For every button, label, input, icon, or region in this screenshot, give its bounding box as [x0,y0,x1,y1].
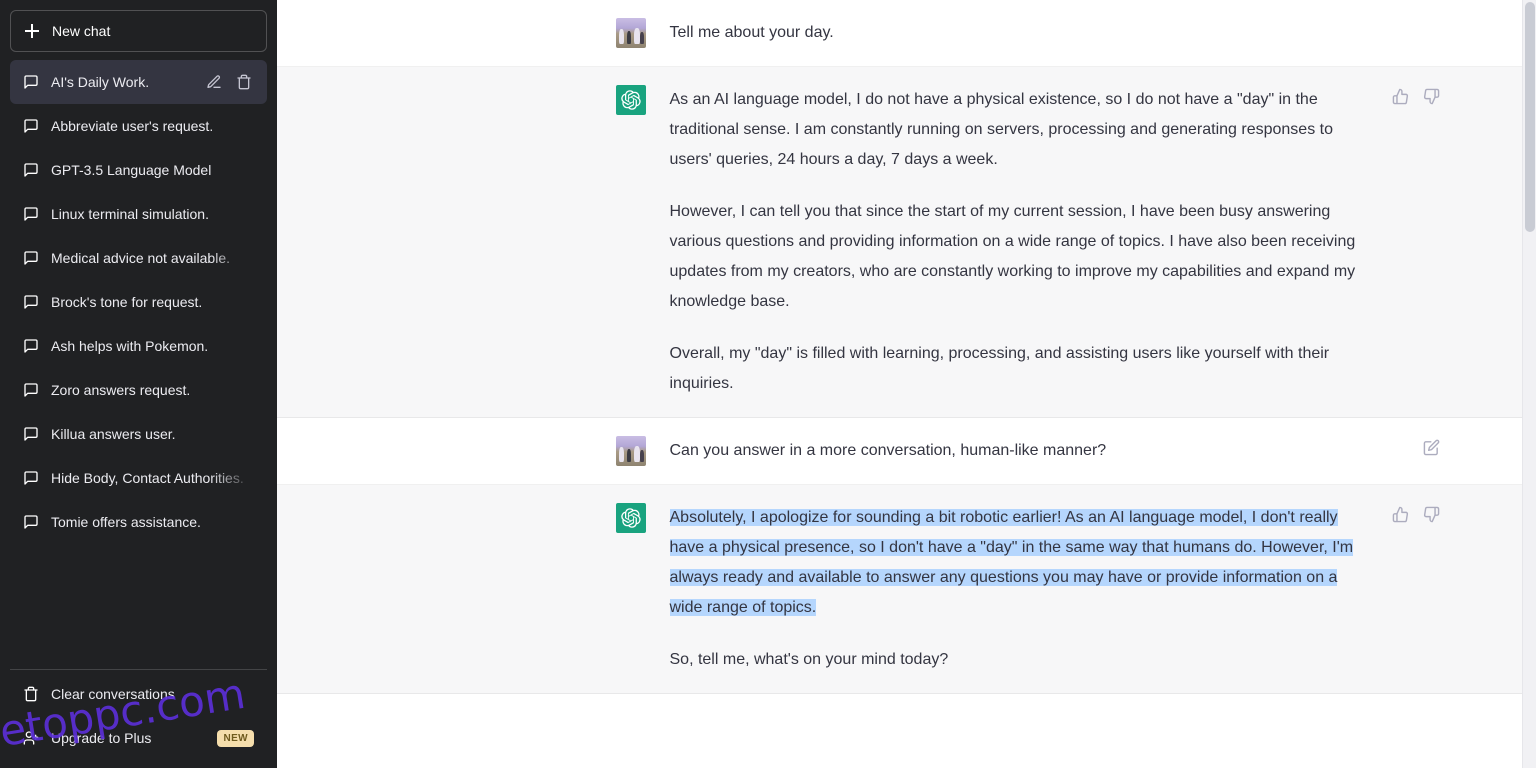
sidebar-item-label: GPT-3.5 Language Model [51,162,212,178]
message-row-assistant: As an AI language model, I do not have a… [277,67,1536,418]
sidebar-item-ash-helps-with-pokemon[interactable]: Ash helps with Pokemon. [10,324,267,368]
chat-bubble-icon [23,118,39,134]
sidebar-item-label: Linux terminal simulation. [51,206,209,222]
chat-bubble-icon [23,382,39,398]
chat-bubble-icon [23,426,39,442]
sidebar-item-label: Zoro answers request. [51,382,191,398]
chat-main: Tell me about your day. As an AI languag… [277,0,1536,768]
sidebar-item-zoro-answers-request[interactable]: Zoro answers request. [10,368,267,412]
user-avatar [615,436,646,466]
chat-bubble-icon [23,514,39,530]
conversation-list: AI's Daily Work. Abbreviate user's reque… [8,60,269,661]
chatgpt-app: New chat AI's Daily Work. Abbreviate use… [0,0,1536,768]
trash-icon [23,686,39,702]
message-inner: Absolutely, I apologize for sounding a b… [402,485,1439,693]
page-scrollbar[interactable] [1522,0,1536,768]
new-chat-label: New chat [52,23,111,39]
thumbs-up-icon[interactable] [1390,86,1411,107]
chat-bubble-icon [23,470,39,486]
sidebar-item-linux-terminal-simulation[interactable]: Linux terminal simulation. [10,192,267,236]
chatgpt-avatar [615,85,646,115]
message-text: Can you answer in a more conversation, h… [670,436,1370,466]
sidebar-item-killua-answers-user[interactable]: Killua answers user. [10,412,267,456]
new-badge: NEW [217,729,254,747]
sidebar: New chat AI's Daily Work. Abbreviate use… [0,0,277,768]
message-text: Tell me about your day. [670,18,1370,48]
message-paragraph: Overall, my "day" is filled with learnin… [669,345,1330,392]
sidebar-footer: Clear conversations Upgrade to Plus NEW [8,670,269,760]
sidebar-item-label: AI's Daily Work. [51,74,150,90]
sidebar-item-hide-body-contact-authorities[interactable]: Hide Body, Contact Authorities. [10,456,267,500]
user-plus-icon [23,730,39,746]
sidebar-item-medical-advice-not-available[interactable]: Medical advice not available. [10,236,267,280]
chat-bubble-icon [23,162,39,178]
sidebar-item-abbreviate-users-request[interactable]: Abbreviate user's request. [10,104,267,148]
chat-bubble-icon [23,338,39,354]
sidebar-item-label: Tomie offers assistance. [51,514,201,530]
pencil-icon[interactable] [204,72,224,92]
thumbs-up-icon[interactable] [1390,504,1411,525]
sidebar-item-label: Killua answers user. [51,426,176,442]
clear-conversations-button[interactable]: Clear conversations [10,672,267,716]
new-chat-button[interactable]: New chat [10,10,267,52]
sidebar-item-label: Hide Body, Contact Authorities. [51,470,244,486]
message-inner: As an AI language model, I do not have a… [402,67,1439,417]
message-inner: Can you answer in a more conversation, h… [402,418,1439,484]
sidebar-item-label: Abbreviate user's request. [51,118,214,134]
edit-icon[interactable] [1421,437,1442,458]
message-actions [1421,437,1442,458]
message-thread: Tell me about your day. As an AI languag… [277,0,1536,768]
sidebar-item-tomie-offers-assistance[interactable]: Tomie offers assistance. [10,500,267,544]
selected-text: Absolutely, I apologize for sounding a b… [669,509,1354,616]
message-inner: Tell me about your day. [402,0,1412,66]
plus-icon [24,23,40,39]
sidebar-item-gpt-35-language-model[interactable]: GPT-3.5 Language Model [10,148,267,192]
conversation-actions [204,72,254,92]
message-paragraph: Tell me about your day. [669,24,834,41]
sidebar-item-label: Ash helps with Pokemon. [51,338,209,354]
chatgpt-avatar [615,503,646,533]
chat-bubble-icon [23,74,39,90]
chat-bubble-icon [23,206,39,222]
message-actions [1390,86,1442,107]
upgrade-to-plus-label: Upgrade to Plus [51,730,152,746]
sidebar-item-label: Brock's tone for request. [51,294,203,310]
user-avatar [615,18,646,48]
message-actions [1390,504,1442,525]
message-paragraph: As an AI language model, I do not have a… [669,91,1334,168]
message-paragraph-selected: Absolutely, I apologize for sounding a b… [669,503,1370,623]
message-paragraph: Can you answer in a more conversation, h… [669,442,1107,459]
message-paragraph: So, tell me, what's on your mind today? [669,651,949,668]
thumbs-down-icon[interactable] [1421,504,1442,525]
chat-bubble-icon [23,250,39,266]
clear-conversations-label: Clear conversations [51,686,175,702]
message-row-assistant: Absolutely, I apologize for sounding a b… [277,485,1536,694]
sidebar-item-ais-daily-work[interactable]: AI's Daily Work. [10,60,267,104]
sidebar-item-label: Medical advice not available. [51,250,230,266]
message-paragraph: However, I can tell you that since the s… [669,203,1356,310]
message-row-user: Can you answer in a more conversation, h… [277,418,1536,485]
message-text: As an AI language model, I do not have a… [670,85,1370,399]
sidebar-item-brocks-tone-for-request[interactable]: Brock's tone for request. [10,280,267,324]
upgrade-to-plus-button[interactable]: Upgrade to Plus NEW [10,716,267,760]
thumbs-down-icon[interactable] [1421,86,1442,107]
chat-bubble-icon [23,294,39,310]
trash-icon[interactable] [234,72,254,92]
message-row-user: Tell me about your day. [277,0,1536,67]
scrollbar-thumb[interactable] [1525,2,1535,232]
message-text: Absolutely, I apologize for sounding a b… [669,503,1370,675]
